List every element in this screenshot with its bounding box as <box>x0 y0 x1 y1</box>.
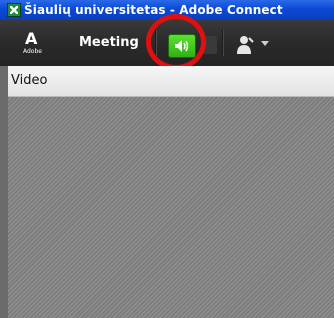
app-icon <box>7 3 21 17</box>
meeting-menu[interactable]: Meeting <box>79 32 139 54</box>
video-pod-body <box>8 97 334 318</box>
adobe-logo: A Adobe <box>23 30 45 60</box>
video-pod-header: Video <box>8 66 334 97</box>
attendee-status-button[interactable] <box>233 34 255 56</box>
window-title: Šiaulių universitetas - Adobe Connect <box>24 3 283 17</box>
attendee-icon <box>237 36 254 54</box>
toolbar-divider <box>222 30 223 56</box>
annotation-circle <box>146 14 206 70</box>
adobe-logo-mark: A <box>25 29 38 48</box>
video-pod-title: Video <box>11 73 48 88</box>
video-pod: Video <box>8 66 334 318</box>
adobe-logo-text: Adobe <box>23 48 42 55</box>
chevron-down-icon[interactable] <box>261 41 269 46</box>
